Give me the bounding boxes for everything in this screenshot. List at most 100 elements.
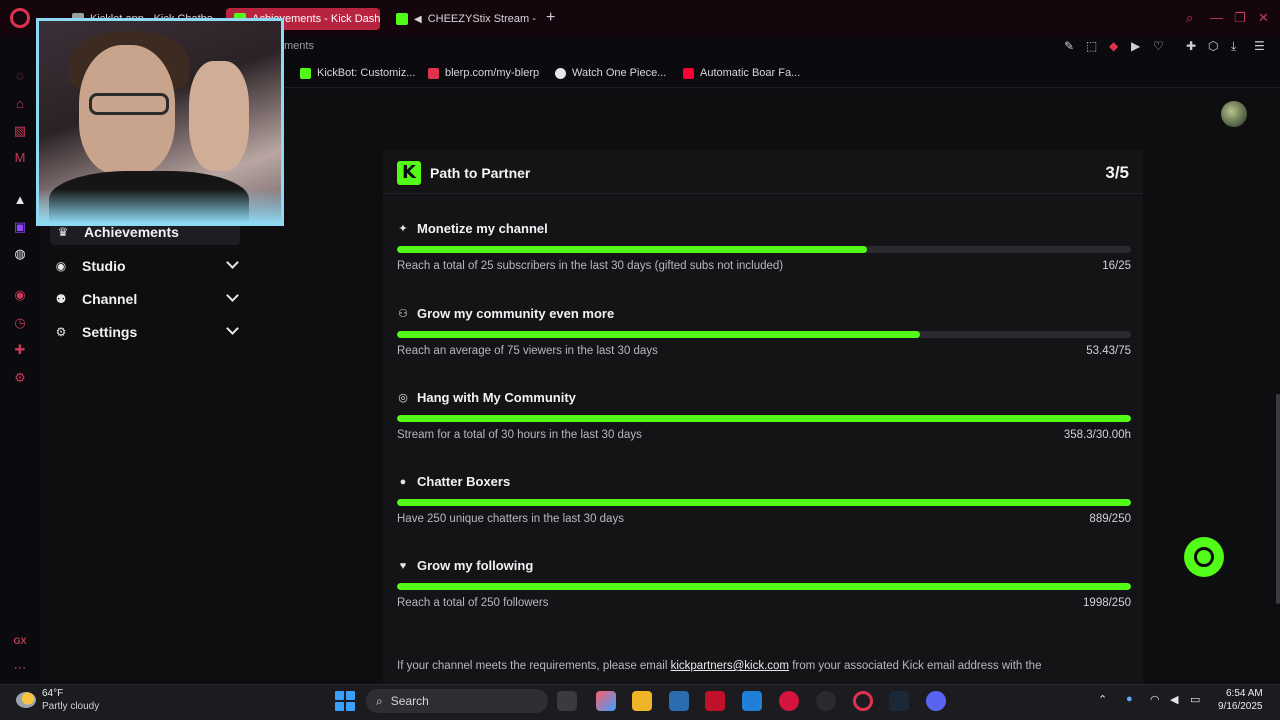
steam-icon[interactable] <box>889 691 909 711</box>
bookmark-automatic-boar[interactable]: Automatic Boar Fa... <box>683 67 800 79</box>
store-icon[interactable] <box>669 691 689 711</box>
pocket-icon[interactable]: ◆ <box>1109 40 1118 52</box>
opera-gx-taskbar-icon[interactable] <box>779 691 799 711</box>
battery-icon[interactable]: ▭ <box>1190 693 1200 706</box>
player-icon[interactable]: ◉ <box>12 287 28 303</box>
copilot-icon[interactable] <box>596 691 616 711</box>
progress-track <box>397 331 1131 338</box>
address-bar[interactable]: ments <box>284 40 314 52</box>
extensions-sidebar-icon[interactable]: ✚ <box>12 342 28 358</box>
snapshot-icon[interactable]: ⬚ <box>1086 40 1097 52</box>
restore-icon[interactable]: ❐ <box>1234 11 1246 24</box>
progress-fill <box>397 415 1131 422</box>
achievement-title: ✦ Monetize my channel <box>397 221 547 236</box>
play-icon[interactable]: ▶ <box>1131 40 1140 52</box>
chevron-down-icon[interactable] <box>226 322 239 335</box>
twitch-icon[interactable]: ▣ <box>12 219 28 235</box>
download-icon[interactable]: ⤓ <box>1231 40 1236 52</box>
mail-icon[interactable]: M <box>12 150 28 166</box>
aria-icon[interactable]: ◌ <box>12 68 28 84</box>
bookmark-label: KickBot: Customiz... <box>317 67 416 79</box>
minimize-icon[interactable]: — <box>1210 11 1223 24</box>
bookmark-label: blerp.com/my-blerp <box>445 67 540 79</box>
discord-icon[interactable]: ◍ <box>12 246 28 262</box>
crypto-icon[interactable]: ⌂ <box>12 96 28 112</box>
discord-taskbar-icon[interactable] <box>926 691 946 711</box>
gx-icon[interactable]: GX <box>12 633 28 649</box>
obs-icon[interactable] <box>816 691 836 711</box>
sidebar-item-label: Settings <box>82 324 138 340</box>
task-view-icon[interactable] <box>557 691 577 711</box>
volume-icon[interactable]: ◀ <box>1170 693 1178 706</box>
people-icon: ⚉ <box>55 292 67 306</box>
sidebar-item-settings[interactable]: ⚙ Settings <box>52 319 242 345</box>
sidebar-item-channel[interactable]: ⚉ Channel <box>52 286 242 312</box>
chat-icon: ● <box>399 475 407 488</box>
achievement-title: ◎ Hang with My Community <box>397 390 576 405</box>
tab-cheezystix[interactable]: ◀ CHEEZYStix Stream - <box>388 8 538 30</box>
trophy-icon: ♛ <box>57 225 69 239</box>
workspace-icon[interactable]: ▧ <box>12 123 28 139</box>
windows-start-icon[interactable] <box>335 691 355 711</box>
camera-icon: ◉ <box>55 259 67 273</box>
sidebar-item-studio[interactable]: ◉ Studio <box>52 253 242 279</box>
progress-track <box>397 499 1131 506</box>
more-icon[interactable]: ⋯ <box>12 660 28 676</box>
settings-sidebar-icon[interactable]: ⚙ <box>12 370 28 386</box>
achievement-value: 889/250 <box>1089 513 1131 525</box>
achievement-description: Reach an average of 75 viewers in the la… <box>397 345 658 357</box>
taskbar-search[interactable]: ⌕ Search <box>366 689 548 713</box>
outlook-icon[interactable] <box>742 691 762 711</box>
progress-fill <box>397 246 867 253</box>
microphone-icon[interactable]: ● <box>1126 693 1133 705</box>
user-avatar[interactable] <box>1221 101 1247 127</box>
weather-condition: Partly cloudy <box>42 701 100 712</box>
note-text: from your associated Kick email address … <box>789 660 1042 672</box>
search-icon: ⌕ <box>376 693 383 708</box>
chevron-down-icon[interactable] <box>226 256 239 269</box>
bookmark-label: Automatic Boar Fa... <box>700 67 801 79</box>
chevron-down-icon[interactable] <box>226 289 239 302</box>
wallet-icon[interactable]: ⬡ <box>1208 40 1218 52</box>
achievement-grow-following: ♥ Grow my following Reach a total of 250… <box>397 558 1131 628</box>
partner-email-link[interactable]: kickpartners@kick.com <box>671 660 789 672</box>
blerp-favicon-icon <box>428 67 439 79</box>
support-chat-button[interactable] <box>1184 537 1224 577</box>
chevron-up-icon[interactable]: ⌃ <box>1098 693 1107 706</box>
wifi-icon[interactable]: ◠ <box>1150 693 1160 706</box>
pin-icon[interactable]: ✎ <box>1064 40 1074 52</box>
close-icon[interactable]: ✕ <box>1258 11 1269 24</box>
search-label: Search <box>390 694 429 708</box>
opera-taskbar-icon[interactable] <box>853 691 873 711</box>
heart-icon[interactable]: ♡ <box>1153 40 1164 52</box>
search-icon[interactable]: ⌕ <box>1186 11 1193 24</box>
achievement-title-text: Hang with My Community <box>417 390 576 405</box>
achievement-title: ⚇ Grow my community even more <box>397 306 614 321</box>
achievement-title-text: Grow my following <box>417 558 534 573</box>
card-title: Path to Partner <box>430 165 531 181</box>
menu-icon[interactable]: ☰ <box>1254 40 1265 52</box>
achievement-title-text: Grow my community even more <box>417 306 615 321</box>
kick-sidebar-icon[interactable]: ▲ <box>12 192 28 208</box>
app-icon[interactable] <box>705 691 725 711</box>
weather-icon[interactable] <box>16 692 36 708</box>
note-text: If your channel meets the requirements, … <box>397 660 671 672</box>
history-icon[interactable]: ◷ <box>12 315 28 331</box>
kick-logo-icon: K <box>397 161 421 185</box>
achievement-hang-with-community: ◎ Hang with My Community Stream for a to… <box>397 390 1131 460</box>
bookmark-blerp[interactable]: blerp.com/my-blerp <box>428 67 539 79</box>
one-piece-favicon-icon <box>555 67 566 79</box>
partner-progress-count: 3/5 <box>1105 163 1129 182</box>
achievement-value: 53.43/75 <box>1086 345 1131 357</box>
bookmark-one-piece[interactable]: Watch One Piece... <box>555 67 666 79</box>
webcam-frost-frame <box>39 189 281 223</box>
heart-icon: ♥ <box>399 559 407 572</box>
page-scrollbar[interactable] <box>1276 394 1280 604</box>
opera-logo-icon[interactable] <box>10 8 30 28</box>
kickbot-favicon-icon <box>300 67 311 79</box>
file-explorer-icon[interactable] <box>632 691 652 711</box>
bookmark-kickbot[interactable]: KickBot: Customiz... <box>300 67 415 79</box>
extensions-icon[interactable]: ✚ <box>1186 40 1196 52</box>
achievement-description: Reach a total of 250 followers <box>397 597 549 609</box>
plus-icon[interactable]: + <box>546 10 555 26</box>
